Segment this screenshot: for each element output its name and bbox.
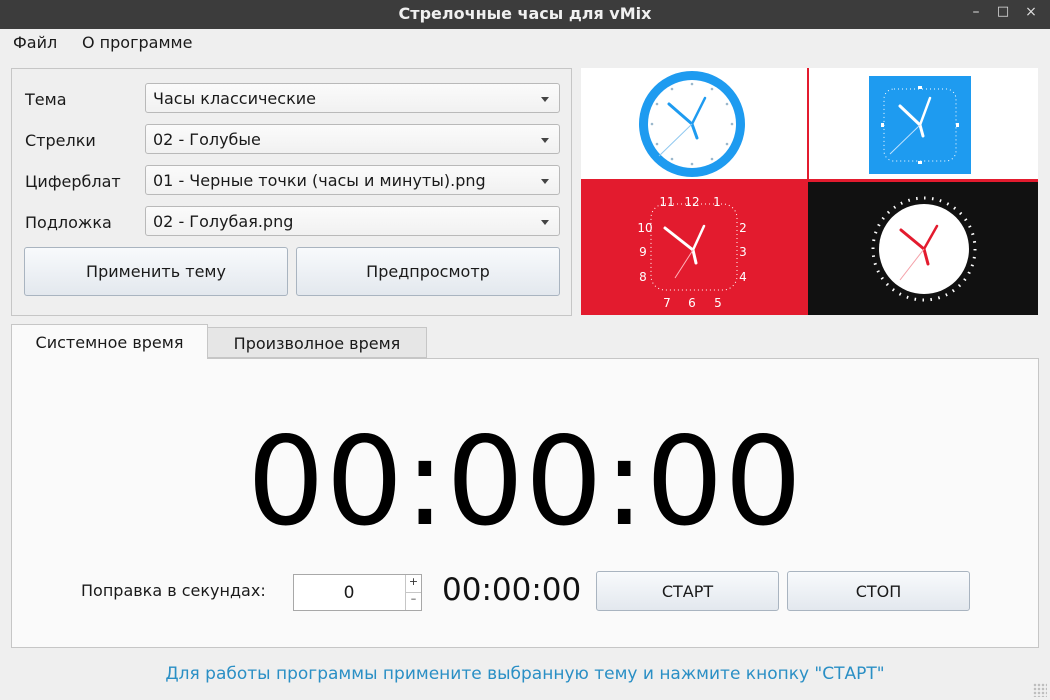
clock-icon: 12 1 2 3 4 5 6 7 8 9 10 11 [637, 195, 747, 310]
tab-system-time[interactable]: Системное время [11, 324, 208, 359]
tab-custom-time[interactable]: Произволное время [207, 327, 427, 358]
correction-label: Поправка в секундах: [81, 581, 266, 600]
dial-numeral: 10 [637, 221, 652, 235]
clock-icon [871, 196, 977, 302]
theme-label: Тема [25, 90, 67, 109]
window-title: Стрелочные часы для vMix [398, 4, 652, 23]
dial-numeral: 7 [663, 296, 671, 310]
spin-up-button[interactable]: + [405, 575, 421, 593]
stop-button[interactable]: СТОП [787, 571, 970, 611]
dial-select[interactable]: 01 - Черные точки (часы и минуты).png [145, 165, 560, 195]
dial-select-value: 01 - Черные точки (часы и минуты).png [153, 171, 486, 190]
preview-black-clock [808, 182, 1038, 315]
theme-select[interactable]: Часы классические [145, 83, 560, 113]
dial-numeral: 6 [688, 296, 696, 310]
dial-numeral: 11 [659, 195, 674, 209]
dial-numeral: 5 [714, 296, 722, 310]
preview-red-numeral-clock: 12 1 2 3 4 5 6 7 8 9 10 11 [581, 182, 808, 315]
resize-grip-icon[interactable] [1033, 683, 1047, 697]
correction-spinbox[interactable]: 0 + – [293, 574, 422, 611]
theme-preview: 12 1 2 3 4 5 6 7 8 9 10 11 [581, 68, 1038, 315]
dial-numeral: 9 [639, 245, 647, 259]
preview-blue-ring-clock [581, 68, 808, 180]
chevron-down-icon [541, 97, 549, 102]
preview-divider [807, 68, 809, 180]
spin-down-button[interactable]: – [405, 592, 421, 610]
dial-numeral: 4 [739, 270, 747, 284]
maximize-button[interactable]: □ [993, 4, 1013, 19]
title-bar: Стрелочные часы для vMix – □ × [0, 0, 1050, 29]
preview-blue-square-clock [808, 68, 1038, 180]
theme-select-value: Часы классические [153, 89, 316, 108]
clock-icon [639, 71, 745, 177]
preview-button[interactable]: Предпросмотр [296, 247, 560, 296]
start-button[interactable]: СТАРТ [596, 571, 779, 611]
hands-label: Стрелки [25, 131, 96, 150]
clock-icon [869, 76, 971, 174]
dial-numeral: 1 [713, 195, 721, 209]
correction-value: 0 [343, 583, 355, 603]
dial-label: Циферблат [25, 172, 121, 191]
dial-numeral: 12 [684, 195, 699, 209]
dial-numeral: 2 [739, 221, 747, 235]
backing-select[interactable]: 02 - Голубая.png [145, 206, 560, 236]
apply-theme-button[interactable]: Применить тему [24, 247, 288, 296]
hands-select-value: 02 - Голубые [153, 130, 261, 149]
system-time-panel: 00:00:00 Поправка в секундах: 0 + – 00:0… [11, 358, 1039, 648]
minimize-button[interactable]: – [966, 4, 986, 20]
menu-about[interactable]: О программе [82, 33, 192, 52]
theme-settings-group: Тема Часы классические Стрелки 02 - Голу… [11, 68, 572, 316]
big-time-display: 00:00:00 [247, 411, 803, 553]
menu-bar: Файл О программе [0, 29, 1050, 56]
small-time-display: 00:00:00 [442, 572, 582, 608]
close-button[interactable]: × [1021, 4, 1041, 20]
chevron-down-icon [541, 220, 549, 225]
backing-select-value: 02 - Голубая.png [153, 212, 294, 231]
chevron-down-icon [541, 179, 549, 184]
menu-file[interactable]: Файл [13, 33, 57, 52]
chevron-down-icon [541, 138, 549, 143]
dial-numeral: 3 [739, 245, 747, 259]
status-message: Для работы программы примените выбранную… [165, 664, 885, 684]
hands-select[interactable]: 02 - Голубые [145, 124, 560, 154]
dial-numeral: 8 [639, 270, 647, 284]
backing-label: Подложка [25, 213, 112, 232]
